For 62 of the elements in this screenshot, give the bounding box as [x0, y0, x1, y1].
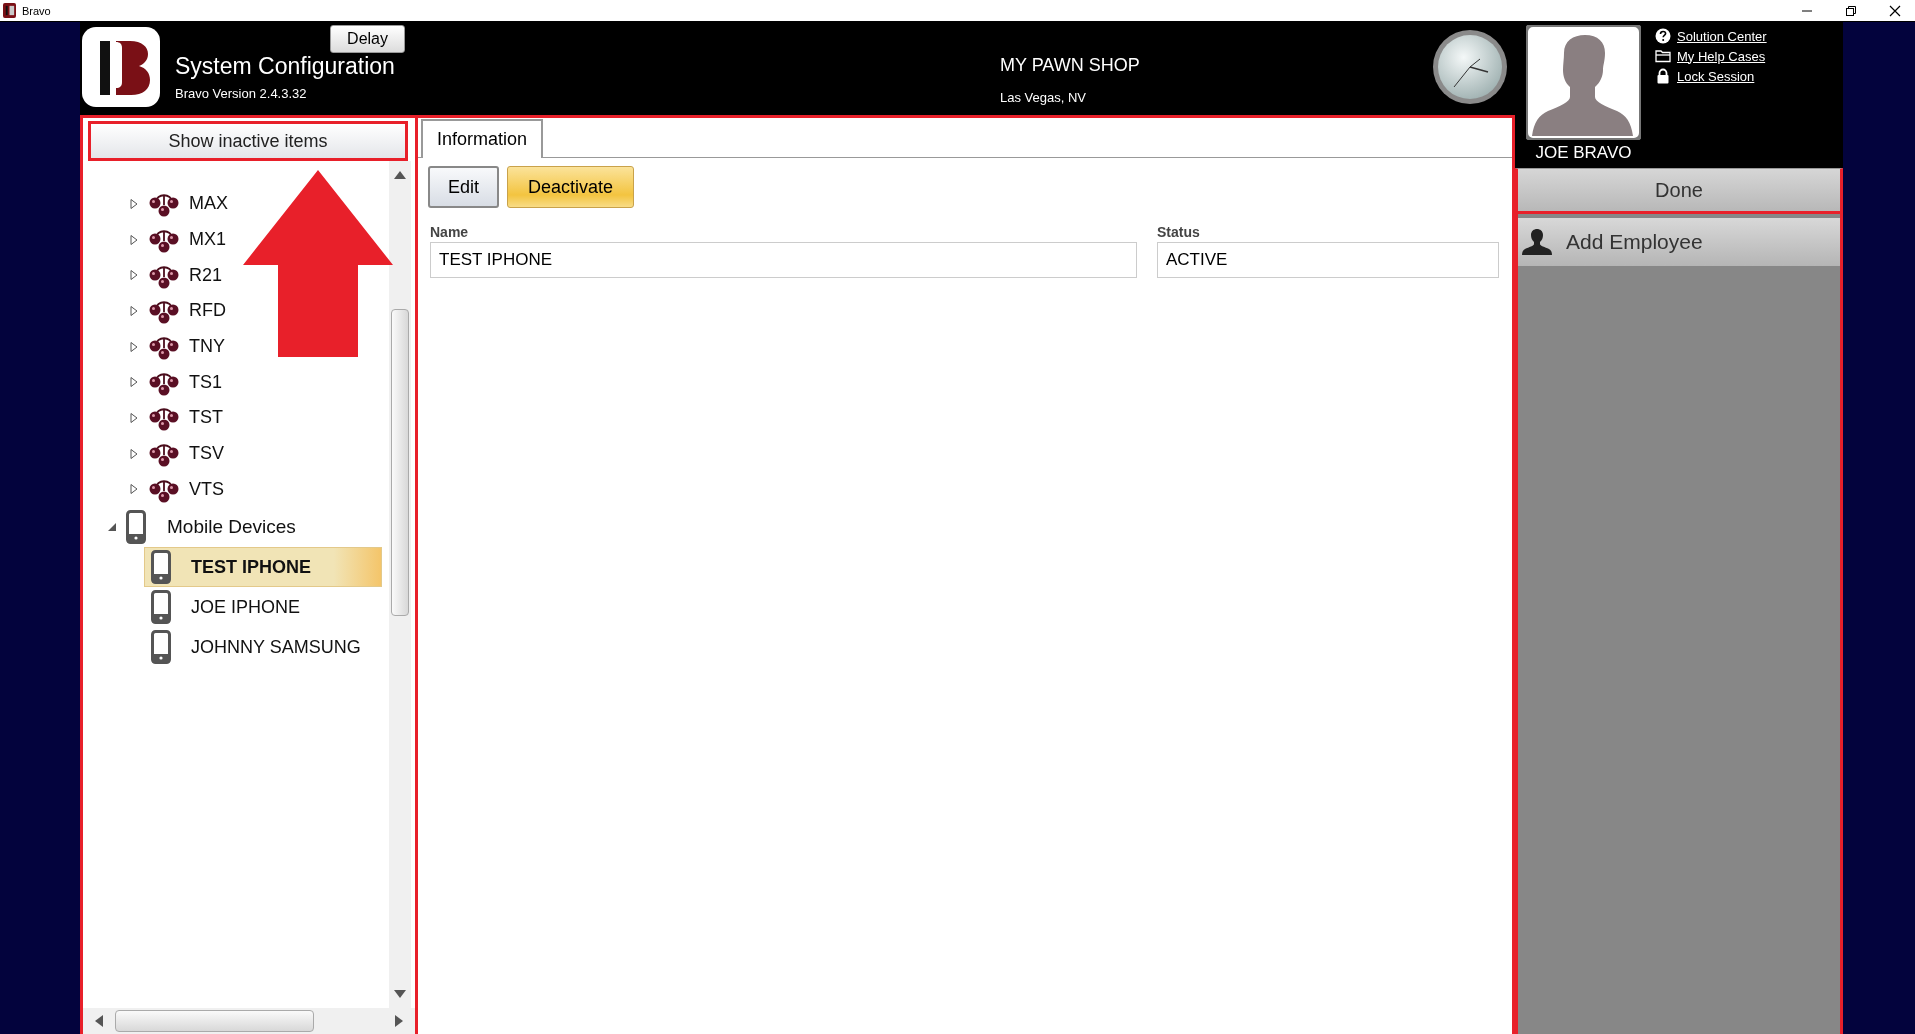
lock-icon — [1655, 68, 1671, 84]
link[interactable]: Solution Center — [1677, 28, 1767, 44]
expand-icon[interactable] — [129, 484, 139, 495]
tree-item[interactable]: MX1 — [189, 229, 226, 251]
tree-item[interactable]: VTS — [189, 478, 224, 500]
restore-icon[interactable] — [1845, 4, 1857, 17]
user-name: JOE BRAVO — [1535, 143, 1632, 163]
scroll-right-icon[interactable] — [395, 1015, 403, 1027]
done-button[interactable]: Done — [1515, 168, 1843, 214]
tab[interactable]: Information — [421, 119, 544, 158]
action-button[interactable]: Deactivate — [507, 166, 635, 208]
scroll-thumb[interactable] — [115, 1010, 314, 1032]
expand-icon[interactable] — [129, 341, 139, 352]
expand-icon[interactable] — [129, 305, 139, 316]
tree-item[interactable]: TEST IPHONE — [144, 547, 382, 588]
close-icon[interactable] — [1889, 4, 1901, 17]
help-icon — [1655, 28, 1671, 44]
expand-icon[interactable] — [129, 270, 139, 281]
expand-icon[interactable] — [129, 377, 139, 388]
tree-item[interactable]: JOE IPHONE — [144, 587, 382, 628]
vertical-scrollbar[interactable] — [389, 161, 411, 1008]
folder-icon — [1655, 48, 1671, 64]
phone-icon — [125, 510, 147, 545]
scroll-thumb[interactable] — [391, 309, 409, 616]
expand-icon[interactable] — [129, 234, 139, 245]
app-icon — [3, 3, 16, 18]
tree-item[interactable]: JOHNNY SAMSUNG — [144, 627, 382, 668]
scroll-left-icon[interactable] — [95, 1015, 103, 1027]
input-field[interactable]: ACTIVE — [1157, 242, 1499, 278]
shop-location: Las Vegas, NV — [1000, 90, 1087, 105]
scroll-down-icon[interactable] — [394, 990, 406, 998]
phone-icon — [151, 630, 171, 665]
collapse-icon[interactable] — [107, 522, 117, 533]
person-icon — [1522, 229, 1552, 255]
tree-item[interactable]: TNY — [189, 336, 225, 358]
tree-item[interactable]: MAX — [189, 193, 228, 215]
field-label: Name — [430, 224, 470, 240]
expand-icon[interactable] — [129, 448, 139, 459]
window-title: Bravo — [22, 4, 51, 17]
delay-button[interactable]: Delay — [330, 25, 405, 53]
tree-item[interactable]: RFD — [189, 300, 226, 322]
scroll-up-icon[interactable] — [394, 171, 406, 179]
phone-icon — [151, 550, 171, 585]
expand-icon[interactable] — [129, 198, 139, 209]
tree-item[interactable]: R21 — [189, 264, 223, 286]
phone-icon — [151, 590, 171, 625]
add-employee-button[interactable]: Add Employee — [1518, 218, 1840, 266]
link[interactable]: My Help Cases — [1677, 48, 1766, 64]
shop-name: MY PAWN SHOP — [1000, 55, 1140, 76]
app-title: System Configuration — [175, 53, 396, 80]
tree-item[interactable]: TSV — [189, 443, 224, 465]
link[interactable]: Lock Session — [1677, 68, 1755, 84]
tree-item[interactable]: Mobile Devices — [167, 516, 296, 539]
expand-icon[interactable] — [129, 412, 139, 423]
tree-item[interactable]: TST — [189, 407, 223, 429]
clock-icon — [1432, 29, 1508, 105]
tree-item[interactable]: TS1 — [189, 371, 222, 393]
field-label: Status — [1157, 224, 1201, 240]
action-button[interactable]: Edit — [428, 166, 500, 208]
input-field[interactable]: TEST IPHONE — [430, 242, 1137, 278]
horizontal-scrollbar[interactable] — [83, 1008, 415, 1034]
version-text: Bravo Version 2.4.3.32 — [175, 86, 308, 101]
